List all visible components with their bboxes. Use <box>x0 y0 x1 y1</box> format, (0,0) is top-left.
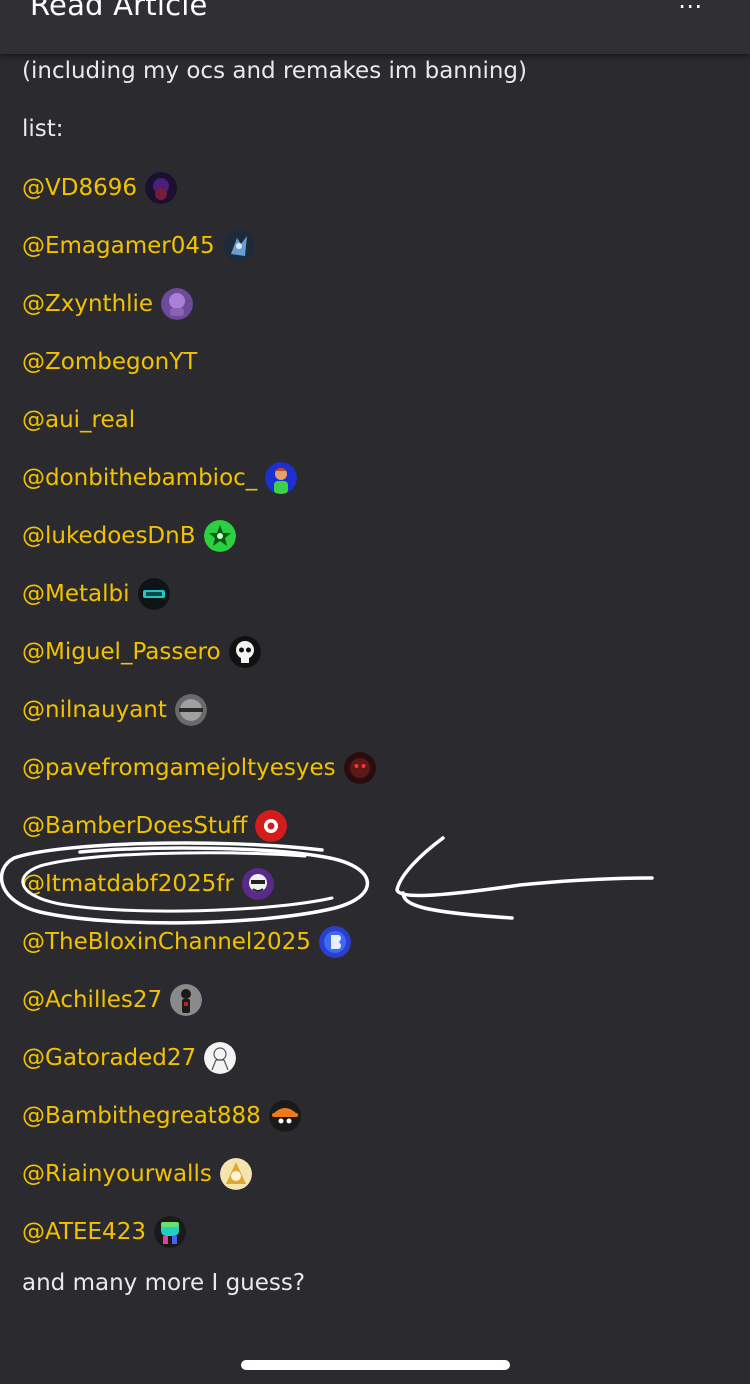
more-options-icon[interactable]: ⋯ <box>670 0 710 20</box>
mention-link[interactable]: @donbithebambioc_ <box>22 465 257 491</box>
mention-item: @BamberDoesStuff <box>22 808 288 844</box>
mention-link[interactable]: @lukedoesDnB <box>22 523 196 549</box>
mention-item: @aui_real <box>22 402 135 438</box>
red-avatar-icon[interactable] <box>255 810 288 842</box>
white-character-avatar-icon[interactable] <box>241 868 274 900</box>
green-star-avatar-icon[interactable] <box>203 520 236 552</box>
mention-link[interactable]: @ZombegonYT <box>22 349 197 375</box>
mention-link[interactable]: @Riainyourwalls <box>22 1161 212 1187</box>
yellow-character-avatar-icon[interactable] <box>219 1158 252 1190</box>
mention-item: @Achilles27 <box>22 982 203 1018</box>
mention-item: @Riainyourwalls <box>22 1156 252 1192</box>
mention-link[interactable]: @Metalbi <box>22 581 130 607</box>
mention-link[interactable]: @Achilles27 <box>22 987 162 1013</box>
mention-item: @Gatoraded27 <box>22 1040 237 1076</box>
mention-link[interactable]: @Gatoraded27 <box>22 1045 196 1071</box>
gray-figure-avatar-icon[interactable] <box>170 984 203 1016</box>
mention-link[interactable]: @aui_real <box>22 407 135 433</box>
blue-character-avatar-icon[interactable] <box>222 230 255 262</box>
mention-item: @Emagamer045 <box>22 228 255 264</box>
mention-link[interactable]: @VD8696 <box>22 175 137 201</box>
gray-ball-avatar-icon[interactable] <box>174 694 207 726</box>
arrow-annotation <box>395 836 654 898</box>
mention-item: @lukedoesDnB <box>22 518 236 554</box>
mention-item: @ATEE423 <box>22 1214 186 1250</box>
mention-link[interactable]: @BamberDoesStuff <box>22 813 247 839</box>
mention-link[interactable]: @Zxynthlie <box>22 291 153 317</box>
mention-link[interactable]: @pavefromgamejoltyesyes <box>22 755 336 781</box>
dark-purple-avatar-icon[interactable] <box>144 172 177 204</box>
orange-hat-avatar-icon[interactable] <box>268 1100 301 1132</box>
blue-logo-avatar-icon[interactable] <box>318 926 351 958</box>
cyan-logo-avatar-icon[interactable] <box>137 578 170 610</box>
mention-item: @VD8696 <box>22 170 177 206</box>
mention-item: @donbithebambioc_ <box>22 460 298 496</box>
dark-red-face-avatar-icon[interactable] <box>343 752 376 784</box>
mention-item: @TheBloxinChannel2025 <box>22 924 351 960</box>
mention-link[interactable]: @Emagamer045 <box>22 233 215 259</box>
white-sketch-avatar-icon[interactable] <box>204 1042 237 1074</box>
mention-link[interactable]: @TheBloxinChannel2025 <box>22 929 311 955</box>
rainbow-character-avatar-icon[interactable] <box>153 1216 186 1248</box>
skull-avatar-icon[interactable] <box>228 636 261 668</box>
mention-item: @Zxynthlie <box>22 286 194 322</box>
home-indicator[interactable] <box>241 1360 510 1370</box>
mention-link[interactable]: @nilnauyant <box>22 697 167 723</box>
intro-text: (including my ocs and remakes im banning… <box>22 58 527 84</box>
mention-link[interactable]: @Bambithegreat888 <box>22 1103 261 1129</box>
app-header: Read Article ⋯ <box>0 0 750 54</box>
mention-item: @nilnauyant <box>22 692 207 728</box>
blue-green-character-avatar-icon[interactable] <box>265 462 298 494</box>
mention-link[interactable]: @Itmatdabf2025fr <box>22 871 234 897</box>
mention-item: @pavefromgamejoltyesyes <box>22 750 376 786</box>
mention-link[interactable]: @Miguel_Passero <box>22 639 221 665</box>
mention-link[interactable]: @ATEE423 <box>22 1219 146 1245</box>
mention-item: @Bambithegreat888 <box>22 1098 301 1134</box>
outro-text: and many more I guess? <box>22 1270 306 1296</box>
mention-item: @ZombegonYT <box>22 344 197 380</box>
mention-item: @Itmatdabf2025fr <box>22 866 274 902</box>
mention-item: @Miguel_Passero <box>22 634 261 670</box>
list-label: list: <box>22 116 64 142</box>
page-title: Read Article <box>30 0 208 22</box>
arrow-annotation-lower <box>401 891 514 920</box>
purple-character-avatar-icon[interactable] <box>161 288 194 320</box>
mention-item: @Metalbi <box>22 576 170 612</box>
